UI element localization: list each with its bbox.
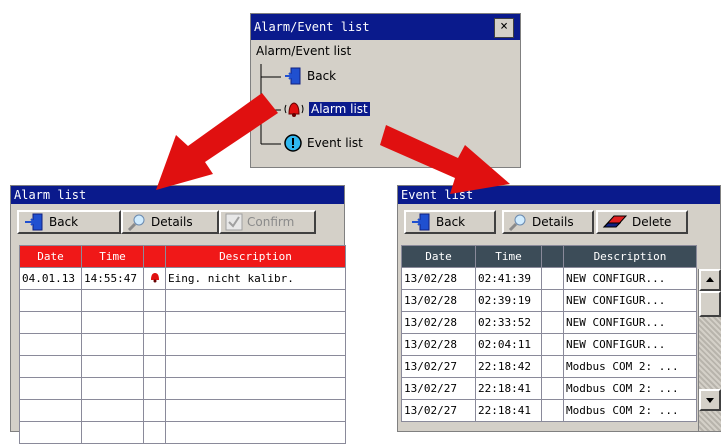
alarm-list-window: Alarm list Back Details Confirm Date Tim… — [10, 185, 346, 444]
cell-time: 22:18:42 — [475, 355, 542, 378]
cell-description: Modbus COM 2: ... — [563, 377, 697, 400]
col-time[interactable]: Time — [475, 245, 542, 268]
cell-date: 13/02/28 — [401, 289, 476, 312]
cell-time: 14:55:47 — [81, 267, 144, 290]
cell-time: 02:41:39 — [475, 267, 542, 290]
table-row[interactable]: 13/02/28 02:39:19 NEW CONFIGUR... — [401, 289, 697, 312]
info-exclamation-icon — [284, 134, 302, 152]
event-delete-button[interactable]: Delete — [596, 210, 688, 234]
menu-item-alarm-list[interactable]: Alarm list — [283, 99, 370, 119]
event-back-button[interactable]: Back — [404, 210, 496, 234]
table-row[interactable] — [19, 377, 346, 400]
scroll-up-button[interactable] — [699, 269, 721, 291]
cell-time: 22:18:41 — [475, 377, 542, 400]
menu-item-back-label: Back — [307, 69, 337, 83]
scroll-down-button[interactable] — [699, 389, 721, 411]
back-door-icon — [285, 67, 301, 85]
table-row[interactable]: 13/02/28 02:04:11 NEW CONFIGUR... — [401, 333, 697, 356]
table-row[interactable] — [19, 333, 346, 356]
alarm-table: Date Time Description 04.01.13 14:55:47 … — [19, 245, 346, 444]
table-row[interactable] — [19, 399, 346, 422]
col-time[interactable]: Time — [81, 245, 144, 268]
cell-description: NEW CONFIGUR... — [563, 333, 697, 356]
table-row[interactable]: 13/02/27 22:18:42 Modbus COM 2: ... — [401, 355, 697, 378]
table-row[interactable]: 13/02/28 02:41:39 NEW CONFIGUR... — [401, 267, 697, 290]
cell-date: 04.01.13 — [19, 267, 82, 290]
cell-description: NEW CONFIGUR... — [563, 311, 697, 334]
cell-description: Modbus COM 2: ... — [563, 355, 697, 378]
alarm-titlebar: Alarm list — [11, 186, 344, 204]
cell-time: 22:18:41 — [475, 399, 542, 422]
event-back-label: Back — [436, 215, 466, 229]
magnifier-icon — [127, 214, 145, 231]
cell-time: 02:04:11 — [475, 333, 542, 356]
col-description[interactable]: Description — [165, 245, 346, 268]
cell-icon — [143, 267, 166, 290]
alarm-table-header: Date Time Description — [19, 245, 346, 268]
event-delete-label: Delete — [632, 215, 672, 229]
alarm-title: Alarm list — [14, 188, 87, 202]
alarm-bell-icon — [150, 273, 159, 283]
eraser-icon — [602, 215, 628, 228]
magnifier-icon — [508, 214, 526, 231]
back-door-icon — [412, 213, 430, 231]
event-details-label: Details — [532, 215, 574, 229]
cell-date: 13/02/27 — [401, 399, 476, 422]
alarm-event-menu-window: Alarm/Event list × Alarm/Event list Back… — [250, 13, 521, 168]
col-icon[interactable] — [541, 245, 564, 268]
alarm-back-label: Back — [49, 215, 79, 229]
table-row[interactable]: 04.01.13 14:55:47 Eing. nicht kalibr. — [19, 267, 346, 290]
menu-item-event-list[interactable]: Event list — [283, 133, 363, 153]
col-date[interactable]: Date — [401, 245, 476, 268]
event-title: Event list — [401, 188, 474, 202]
cell-time: 02:33:52 — [475, 311, 542, 334]
checkbox-check-icon — [225, 213, 243, 231]
col-icon[interactable] — [143, 245, 166, 268]
back-door-icon — [25, 213, 43, 231]
alarm-confirm-button[interactable]: Confirm — [219, 210, 316, 234]
table-row[interactable]: 13/02/27 22:18:41 Modbus COM 2: ... — [401, 399, 697, 422]
alarm-confirm-label: Confirm — [247, 215, 295, 229]
menu-item-event-list-label: Event list — [307, 136, 363, 150]
cell-date: 13/02/28 — [401, 267, 476, 290]
cell-date: 13/02/27 — [401, 377, 476, 400]
cell-description: NEW CONFIGUR... — [563, 289, 697, 312]
alarm-back-button[interactable]: Back — [17, 210, 121, 234]
scroll-up-icon — [706, 277, 714, 282]
event-table: Date Time Description 13/02/28 02:41:39 NE… — [401, 245, 697, 422]
cell-date: 13/02/27 — [401, 355, 476, 378]
cell-time: 02:39:19 — [475, 289, 542, 312]
cell-description: NEW CONFIGUR... — [563, 267, 697, 290]
cell-date: 13/02/28 — [401, 311, 476, 334]
table-row[interactable] — [19, 311, 346, 334]
col-description[interactable]: Description — [563, 245, 697, 268]
alarm-bell-icon — [284, 102, 304, 117]
event-list-window: Event list Back Details Delete Date Time… — [397, 185, 721, 432]
table-row[interactable] — [19, 355, 346, 378]
event-scrollbar[interactable] — [698, 269, 721, 431]
cell-date: 13/02/28 — [401, 333, 476, 356]
table-row[interactable]: 13/02/28 02:33:52 NEW CONFIGUR... — [401, 311, 697, 334]
alarm-details-button[interactable]: Details — [121, 210, 219, 234]
table-row[interactable] — [19, 289, 346, 312]
menu-item-back[interactable]: Back — [283, 66, 336, 86]
cell-description: Modbus COM 2: ... — [563, 399, 697, 422]
event-details-button[interactable]: Details — [502, 210, 594, 234]
scroll-thumb[interactable] — [699, 291, 721, 317]
menu-item-alarm-list-label: Alarm list — [309, 102, 370, 116]
alarm-details-label: Details — [151, 215, 193, 229]
col-date[interactable]: Date — [19, 245, 82, 268]
scroll-down-icon — [706, 398, 714, 403]
cell-description: Eing. nicht kalibr. — [165, 267, 346, 290]
event-table-header: Date Time Description — [401, 245, 697, 268]
table-row[interactable] — [19, 421, 346, 444]
table-row[interactable]: 13/02/27 22:18:41 Modbus COM 2: ... — [401, 377, 697, 400]
event-titlebar: Event list — [398, 186, 720, 204]
